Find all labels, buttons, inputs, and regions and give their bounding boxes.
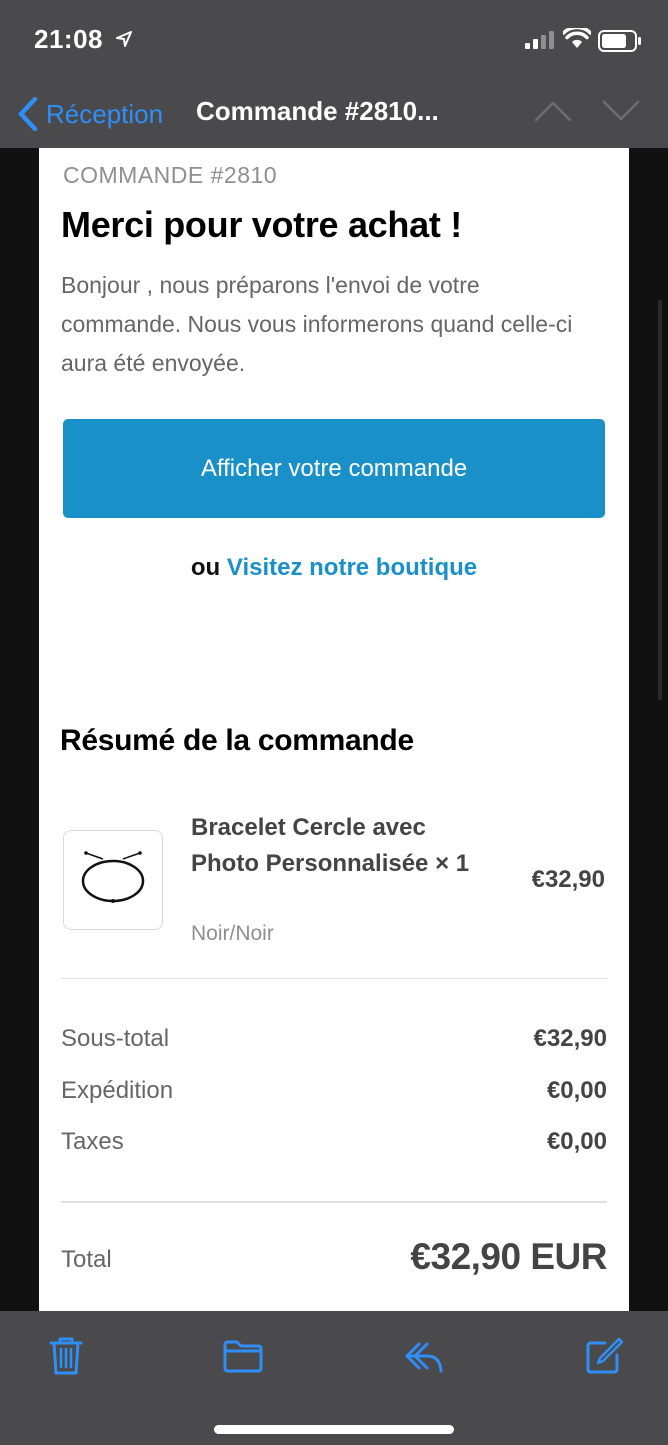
battery-icon bbox=[598, 30, 641, 52]
cellular-signal-icon bbox=[525, 31, 554, 49]
total-label: Total bbox=[61, 1246, 112, 1273]
product-name: Bracelet Cercle avec Photo Personnalisée… bbox=[191, 814, 470, 877]
email-body: COMMANDE #2810 Merci pour votre achat ! … bbox=[39, 148, 629, 1311]
status-time: 21:08 bbox=[34, 24, 103, 54]
divider bbox=[61, 1201, 607, 1203]
previous-message-icon[interactable] bbox=[534, 100, 572, 122]
location-arrow-icon bbox=[116, 31, 132, 47]
order-number-label: COMMANDE #2810 bbox=[63, 162, 278, 188]
taxes-label: Taxes bbox=[61, 1128, 124, 1155]
compose-icon[interactable] bbox=[583, 1335, 625, 1377]
bracelet-image-icon bbox=[81, 851, 145, 903]
product-price: €32,90 bbox=[531, 866, 605, 893]
thank-you-headline: Merci pour votre achat ! bbox=[61, 204, 462, 245]
back-button-label: Réception bbox=[46, 98, 164, 129]
shipping-label: Expédition bbox=[61, 1077, 174, 1104]
alt-link-line: ou Visitez notre boutique bbox=[39, 554, 629, 582]
order-summary-title: Résumé de la commande bbox=[60, 724, 414, 757]
subtotal-value: €32,90 bbox=[533, 1025, 607, 1052]
left-gutter bbox=[0, 148, 39, 1311]
product-variant: Noir/Noir bbox=[191, 922, 274, 945]
total-value: €32,90 EUR bbox=[410, 1236, 607, 1277]
right-gutter bbox=[629, 148, 668, 1311]
subtotal-label: Sous-total bbox=[61, 1025, 170, 1052]
next-message-icon[interactable] bbox=[602, 100, 640, 122]
chevron-left-icon bbox=[18, 97, 38, 131]
scrollbar[interactable] bbox=[658, 300, 662, 700]
wifi-icon bbox=[563, 28, 591, 48]
folder-icon[interactable] bbox=[222, 1335, 264, 1377]
product-thumbnail bbox=[63, 830, 163, 930]
view-order-button[interactable]: Afficher votre commande bbox=[63, 419, 605, 518]
shipping-value: €0,00 bbox=[546, 1077, 607, 1104]
trash-icon[interactable] bbox=[45, 1335, 87, 1377]
intro-text: Bonjour , nous préparons l'envoi de votr… bbox=[61, 272, 573, 376]
back-button[interactable]: Réception bbox=[18, 92, 163, 136]
nav-title: Commande #2810... bbox=[196, 96, 439, 126]
divider bbox=[61, 978, 607, 979]
visit-shop-link[interactable]: Visitez notre boutique bbox=[227, 554, 477, 581]
alt-prefix: ou bbox=[190, 554, 221, 581]
taxes-value: €0,00 bbox=[546, 1128, 607, 1155]
reply-icon[interactable] bbox=[403, 1335, 445, 1377]
home-indicator[interactable] bbox=[214, 1425, 454, 1434]
